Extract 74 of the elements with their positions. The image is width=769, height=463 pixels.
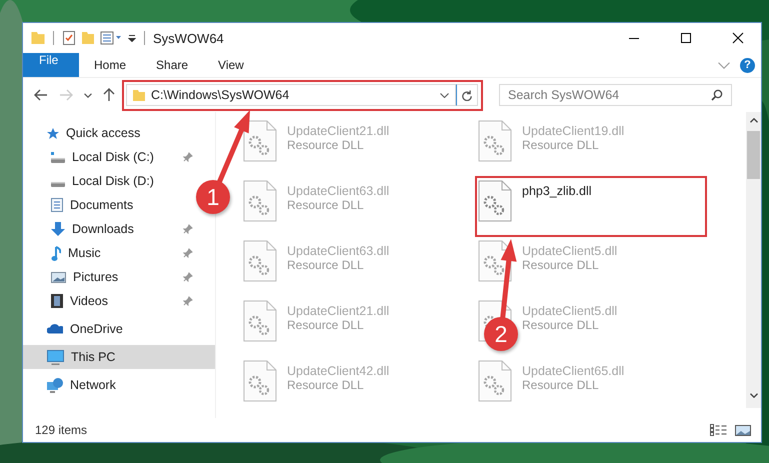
file-gear-icon[interactable] (243, 300, 277, 342)
ribbon-tab[interactable]: View (203, 53, 259, 77)
sidebar-item[interactable]: Videos (23, 289, 195, 313)
address-field[interactable]: C:\Windows\SysWOW64 (126, 84, 456, 106)
file-name[interactable]: php3_zlib.dll (522, 184, 592, 198)
file-type: Resource DLL (287, 378, 365, 392)
file-type: Resource DLL (522, 378, 600, 392)
star-icon (47, 128, 59, 138)
file-menu-tab[interactable]: File (23, 53, 79, 77)
sidebar-item[interactable]: Local Disk (D:) (23, 169, 195, 193)
sidebar-item[interactable]: Quick access (23, 121, 215, 145)
search-field[interactable]: Search SysWOW64 (499, 84, 732, 106)
sidebar-item[interactable]: Pictures (23, 265, 195, 289)
sidebar-item[interactable]: Downloads (23, 217, 195, 241)
up-arrow-icon[interactable] (103, 88, 115, 102)
file-gear-icon[interactable] (243, 360, 277, 402)
file-gear-icon[interactable] (243, 240, 277, 282)
view-options-icon[interactable] (100, 31, 122, 45)
search-icon[interactable] (711, 89, 723, 101)
film-icon (51, 294, 63, 308)
refresh-icon (462, 90, 472, 100)
file-type: Resource DLL (287, 318, 365, 332)
sidebar-item[interactable]: Documents (23, 193, 195, 217)
scrollbar[interactable] (746, 112, 761, 408)
recent-caret-icon[interactable] (84, 92, 92, 98)
sidebar-item[interactable]: Music (23, 241, 195, 265)
sidebar-item[interactable]: Network (23, 373, 215, 397)
file-type: Resource DLL (287, 258, 365, 272)
ribbon-tab[interactable]: Share (141, 53, 204, 77)
scroll-up-icon[interactable] (750, 118, 758, 123)
back-arrow-icon[interactable] (34, 89, 48, 101)
music-note-icon (51, 246, 61, 260)
pin-icon[interactable] (183, 296, 193, 306)
pin-icon[interactable] (183, 224, 193, 234)
file-gear-icon[interactable] (243, 180, 277, 222)
customize-caret-icon[interactable] (128, 34, 136, 42)
pin-icon[interactable] (183, 272, 193, 282)
network-icon (47, 378, 63, 392)
sidebar-item[interactable]: Local Disk (C:) (23, 145, 195, 169)
file-gear-icon[interactable] (478, 120, 512, 162)
file-gear-icon[interactable] (478, 180, 512, 222)
dropdown-caret-icon[interactable] (440, 92, 449, 98)
sidebar-item[interactable]: This PC (23, 345, 215, 369)
file-gear-icon[interactable] (243, 120, 277, 162)
scroll-down-icon[interactable] (750, 393, 758, 398)
computer-icon (47, 350, 64, 364)
help-button[interactable]: ? (740, 58, 755, 72)
window-title: SysWOW64 (153, 30, 224, 46)
close-icon (732, 32, 744, 44)
file-type: Resource DLL (287, 138, 365, 152)
properties-icon[interactable] (62, 30, 76, 46)
ribbon-tab[interactable]: Home (79, 53, 142, 77)
details-view-icon[interactable] (710, 424, 727, 436)
large-icons-view-icon[interactable] (735, 424, 751, 436)
item-count: 129 items (35, 423, 88, 437)
refresh-button[interactable] (456, 84, 478, 106)
drive-icon (51, 182, 65, 186)
pin-icon[interactable] (183, 248, 193, 258)
file-gear-icon[interactable] (478, 360, 512, 402)
drive-icon (51, 152, 65, 162)
folder-icon (133, 90, 145, 100)
sidebar-item[interactable]: OneDrive (23, 317, 215, 341)
document-icon (51, 198, 63, 212)
file-type: Resource DLL (522, 138, 600, 152)
expand-ribbon-icon[interactable] (718, 62, 730, 68)
file-type: Resource DLL (522, 318, 600, 332)
pin-icon[interactable] (183, 152, 193, 162)
file-type: Resource DLL (522, 258, 600, 272)
download-arrow-icon (51, 222, 65, 236)
cloud-icon (47, 324, 63, 334)
maximize-icon (681, 33, 691, 43)
file-type: Resource DLL (287, 198, 365, 212)
scrollbar-thumb[interactable] (747, 131, 760, 179)
pictures-icon (51, 272, 66, 282)
